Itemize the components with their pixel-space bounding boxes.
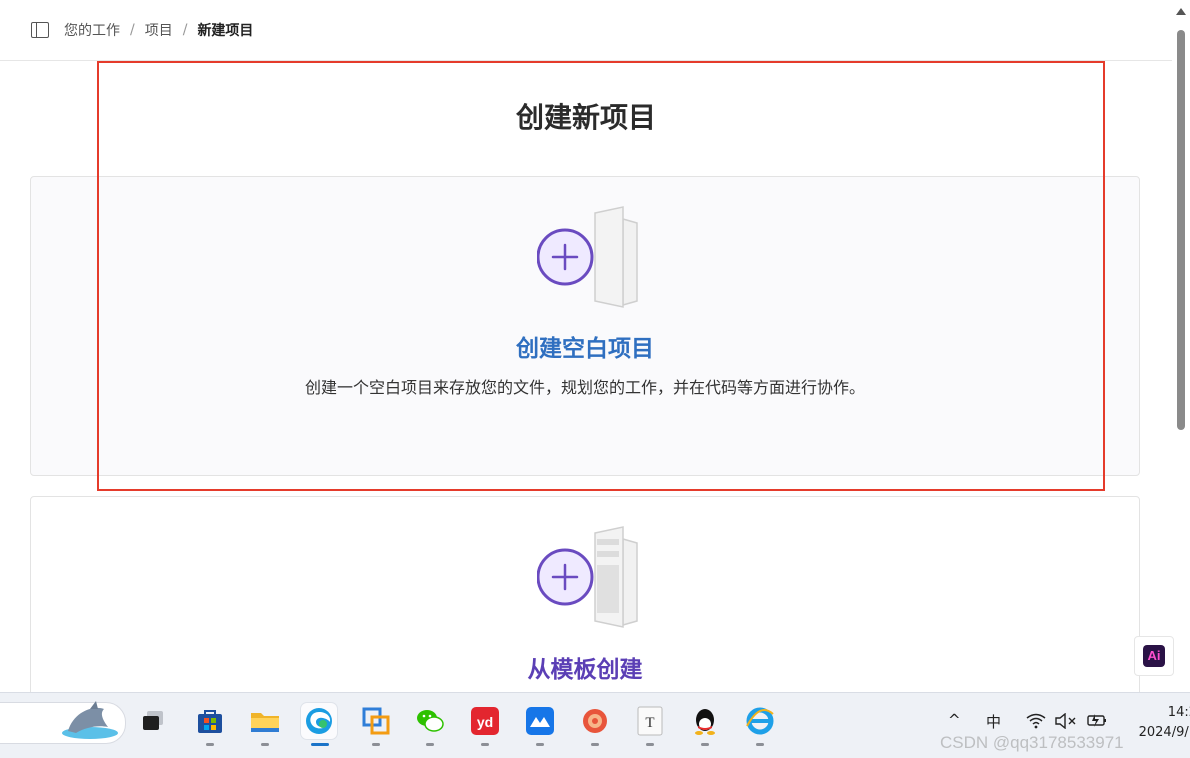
lark-icon[interactable]: [522, 703, 558, 739]
running-indicator: [206, 743, 214, 746]
clock-time: 14:2: [1167, 705, 1190, 720]
csdn-watermark: CSDN @qq3178533971: [940, 733, 1124, 752]
new-blank-project-illustration: [537, 206, 638, 308]
create-from-template-card[interactable]: 从模板创建: [30, 496, 1140, 692]
ai-assistant-button[interactable]: Ai: [1134, 636, 1174, 676]
file-explorer-icon[interactable]: [247, 703, 283, 739]
running-indicator: [372, 743, 380, 746]
breadcrumb-your-work[interactable]: 您的工作: [64, 20, 120, 40]
scrollbar-thumb[interactable]: [1177, 30, 1185, 430]
qq-icon[interactable]: [687, 703, 723, 739]
running-indicator: [701, 743, 709, 746]
battery-icon[interactable]: [1086, 712, 1108, 728]
taskbar-clock[interactable]: 14:2 2024/9/1: [1127, 703, 1190, 743]
page-title: 创建新项目: [515, 101, 656, 134]
running-indicator: [536, 743, 544, 746]
virtualbox-icon[interactable]: [358, 703, 394, 739]
microsoft-store-icon[interactable]: [192, 703, 228, 739]
create-blank-project-title[interactable]: 创建空白项目: [31, 329, 1139, 363]
volume-mute-icon[interactable]: [1055, 713, 1077, 729]
create-blank-project-description: 创建一个空白项目来存放您的文件，规划您的工作，并在代码等方面进行协作。: [304, 378, 865, 397]
running-indicator: [646, 743, 654, 746]
svg-text:yd: yd: [477, 714, 493, 730]
create-blank-project-card[interactable]: 创建空白项目 创建一个空白项目来存放您的文件，规划您的工作，并在代码等方面进行协…: [30, 176, 1140, 476]
running-indicator: [481, 743, 489, 746]
breadcrumb-separator: /: [182, 22, 188, 38]
youdao-dict-icon[interactable]: yd: [467, 703, 503, 739]
scroll-up-arrow-icon[interactable]: [1176, 8, 1186, 15]
task-view-icon[interactable]: [136, 703, 172, 739]
browser-viewport: 您的工作 / 项目 / 新建项目 创建新项目 创建空白项目 创建一个空白项目来存…: [0, 0, 1190, 692]
snail-app-icon[interactable]: [577, 703, 613, 739]
breadcrumb-new-project: 新建项目: [197, 23, 254, 39]
tray-overflow-chevron-icon[interactable]: ^: [948, 711, 961, 729]
wifi-icon[interactable]: [1026, 713, 1046, 729]
running-indicator: [261, 743, 269, 746]
running-indicator: [591, 743, 599, 746]
search-dolphin-icon: [62, 701, 118, 739]
edge-browser-icon[interactable]: [301, 703, 337, 739]
breadcrumb-projects[interactable]: 项目: [145, 20, 173, 40]
running-indicator: [426, 743, 434, 746]
clock-date: 2024/9/1: [1138, 725, 1190, 740]
ai-icon: Ai: [1143, 645, 1165, 667]
ie-browser-icon[interactable]: [742, 703, 778, 739]
running-indicator: [756, 743, 764, 746]
create-from-template-title[interactable]: 从模板创建: [31, 650, 1139, 684]
template-project-illustration: [537, 526, 638, 628]
vertical-scrollbar[interactable]: [1172, 0, 1190, 692]
sidebar-toggle-icon[interactable]: [31, 22, 49, 38]
ime-indicator[interactable]: 中: [986, 711, 1001, 732]
breadcrumb: 您的工作 / 项目 / 新建项目: [64, 20, 253, 40]
typora-icon[interactable]: T: [632, 703, 668, 739]
breadcrumb-bar: 您的工作 / 项目 / 新建项目: [0, 0, 1172, 61]
wechat-icon[interactable]: [412, 703, 448, 739]
svg-text:T: T: [645, 715, 654, 731]
active-app-indicator: [311, 743, 329, 746]
breadcrumb-separator: /: [130, 22, 135, 38]
